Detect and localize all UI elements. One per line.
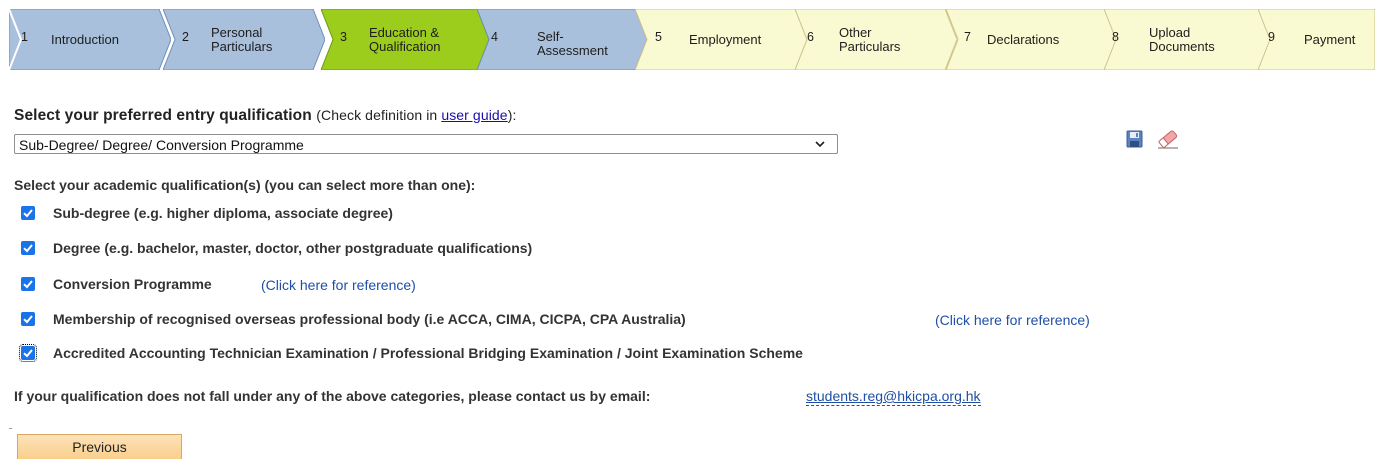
step-label: Declarations <box>987 31 1060 47</box>
overseas-membership-checkbox[interactable] <box>21 312 35 326</box>
option-label: Conversion Programme <box>53 276 212 292</box>
step-number: 1 <box>21 30 28 44</box>
user-guide-link[interactable]: user guide <box>441 107 507 123</box>
step-label: Other Particulars <box>839 24 901 54</box>
option-overseas-membership: Membership of recognised overseas profes… <box>21 309 686 329</box>
step-personal-particulars[interactable]: 2 Personal Particulars <box>163 9 325 70</box>
previous-button[interactable]: Previous <box>17 434 182 459</box>
option-accredited-examination: Accredited Accounting Technician Examina… <box>19 343 803 363</box>
step-number: 4 <box>491 30 498 44</box>
option-degree: Degree (e.g. bachelor, master, doctor, o… <box>21 238 532 258</box>
step-education-qualification[interactable]: 3 Education & Qualification <box>321 9 489 70</box>
step-label: Self-Assessment <box>537 28 608 58</box>
step-introduction[interactable]: 1 Introduction <box>9 9 171 70</box>
step-employment[interactable]: 5 Employment <box>635 9 807 70</box>
step-number: 3 <box>340 30 347 44</box>
step-label: Introduction <box>51 31 119 47</box>
check-icon <box>23 244 33 253</box>
check-icon <box>23 349 33 358</box>
entry-qualification-heading: Select your preferred entry qualificatio… <box>14 107 516 125</box>
step-label: Personal Particulars <box>211 24 273 54</box>
divider-mark <box>9 428 12 429</box>
option-label: Membership of recognised overseas profes… <box>53 311 686 327</box>
wizard-step-bar: 1 Introduction 2 Personal Particulars 3 … <box>9 9 1375 70</box>
option-sub-degree: Sub-degree (e.g. higher diploma, associa… <box>21 203 393 223</box>
step-upload-documents[interactable]: 8 Upload Documents <box>1104 9 1272 70</box>
eraser-icon[interactable] <box>1156 128 1180 150</box>
step-label: Upload Documents <box>1149 24 1215 54</box>
chevron-down-icon <box>815 141 825 148</box>
note-suffix: ): <box>507 107 517 123</box>
check-icon <box>23 280 33 289</box>
step-declarations[interactable]: 7 Declarations <box>946 9 1118 70</box>
entry-heading-note: (Check definition in user guide): <box>316 107 516 123</box>
entry-heading-text: Select your preferred entry qualificatio… <box>14 107 312 124</box>
option-label: Sub-degree (e.g. higher diploma, associa… <box>53 205 393 221</box>
step-label: Employment <box>689 31 762 47</box>
membership-reference-link[interactable]: (Click here for reference) <box>935 312 1090 328</box>
step-other-particulars[interactable]: 6 Other Particulars <box>795 9 957 70</box>
step-number: 8 <box>1112 30 1119 44</box>
step-number: 2 <box>182 30 189 44</box>
step-self-assessment[interactable]: 4 Self-Assessment <box>477 9 647 70</box>
option-label: Accredited Accounting Technician Examina… <box>53 345 803 361</box>
conversion-reference-link[interactable]: (Click here for reference) <box>261 277 416 293</box>
option-label: Degree (e.g. bachelor, master, doctor, o… <box>53 240 533 256</box>
entry-qualification-select[interactable]: Sub-Degree/ Degree/ Conversion Programme <box>14 134 838 154</box>
academic-qualifications-heading: Select your academic qualification(s) (y… <box>14 177 476 193</box>
check-icon <box>23 315 33 324</box>
step-number: 6 <box>807 30 814 44</box>
note-prefix: (Check definition in <box>316 107 442 123</box>
step-number: 7 <box>964 30 971 44</box>
contact-email-link[interactable]: students.reg@hkicpa.org.hk <box>806 388 981 406</box>
step-number: 5 <box>655 30 662 44</box>
step-label: Payment <box>1304 31 1356 47</box>
option-conversion-programme: Conversion Programme <box>21 274 212 294</box>
step-label: Education & Qualification <box>369 24 441 54</box>
conversion-programme-checkbox[interactable] <box>21 277 35 291</box>
save-icon[interactable] <box>1126 130 1143 148</box>
check-icon <box>23 209 33 218</box>
step-payment[interactable]: 9 Payment <box>1258 9 1375 70</box>
degree-checkbox[interactable] <box>21 241 35 255</box>
contact-instruction: If your qualification does not fall unde… <box>14 388 651 404</box>
accredited-examination-checkbox[interactable] <box>19 344 37 362</box>
sub-degree-checkbox[interactable] <box>21 206 35 220</box>
select-value: Sub-Degree/ Degree/ Conversion Programme <box>19 137 304 153</box>
step-number: 9 <box>1268 30 1275 44</box>
